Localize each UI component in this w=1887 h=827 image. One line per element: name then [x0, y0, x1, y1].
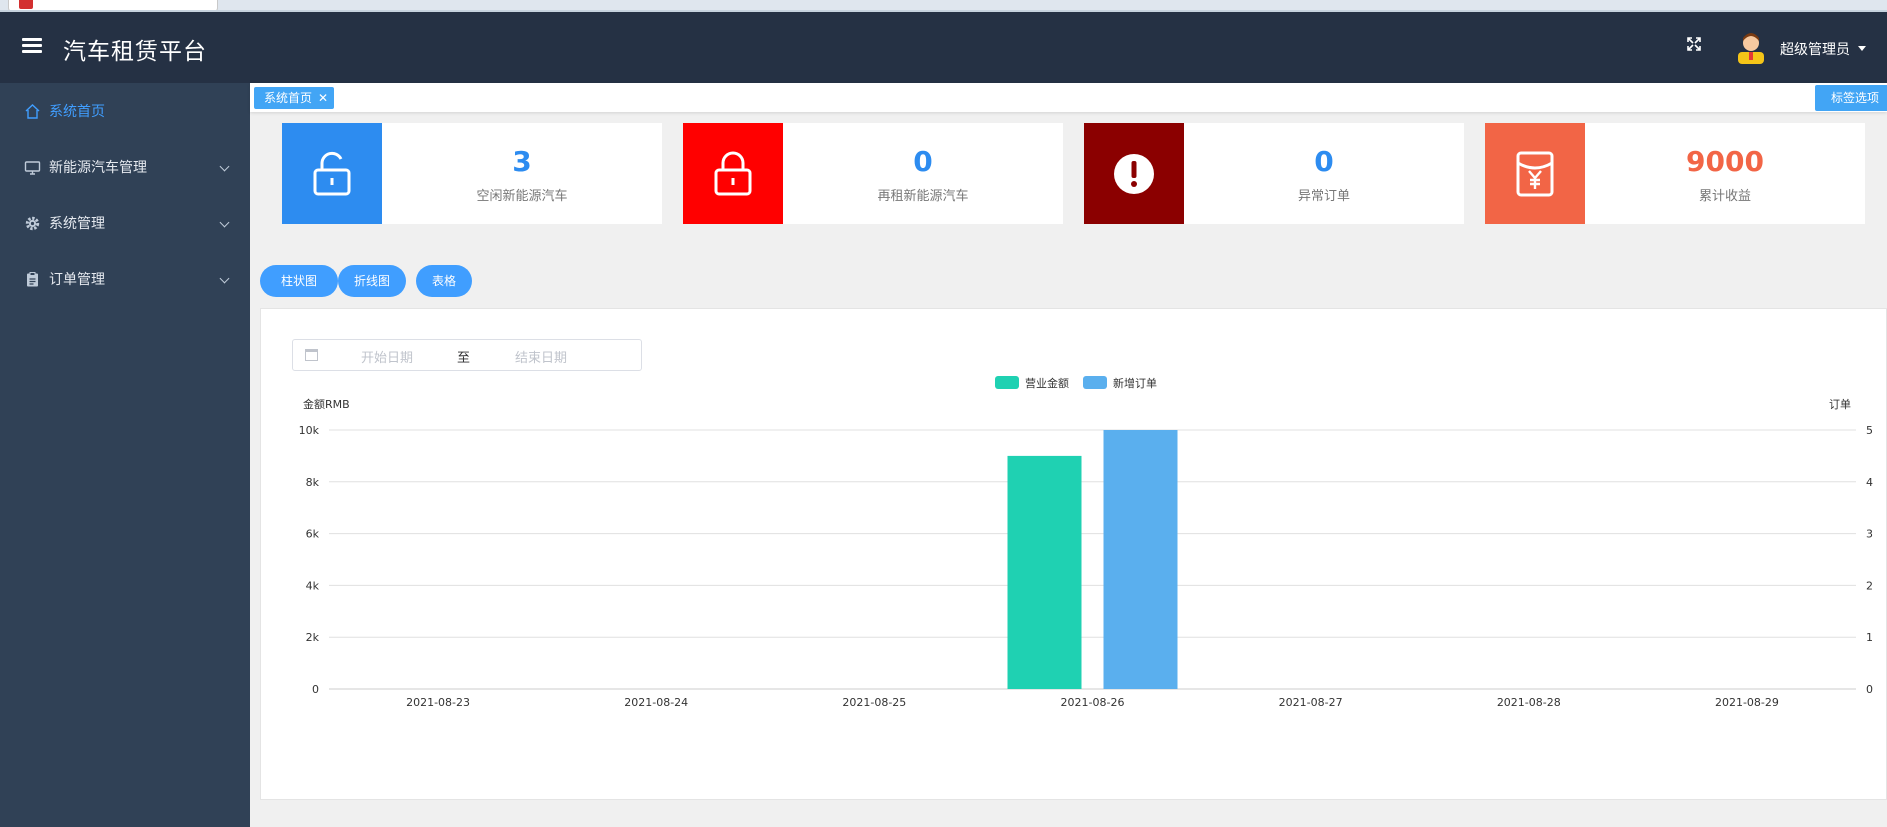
y-tick-label: 8k	[306, 476, 320, 489]
y-tick-label: 6k	[306, 528, 320, 541]
y-axis-left: 0 2k 4k 6k 8k 10k	[299, 424, 320, 696]
x-tick-label: 2021-08-27	[1279, 696, 1343, 709]
x-tick-label: 2021-08-26	[1061, 696, 1125, 709]
tag-label: 系统首页	[264, 91, 313, 105]
y-tick-label-right: 4	[1866, 476, 1873, 489]
x-axis: 2021-08-23 2021-08-24 2021-08-25 2021-08-26…	[406, 696, 1779, 709]
legend-label: 营业金额	[1025, 376, 1069, 390]
sidebar-item-label: 系统管理	[49, 216, 105, 232]
chart-panel: 开始日期 至 结束日期 0 2k 4k 6k 8k 10k 012345 2021-08-…	[260, 308, 1887, 800]
caret-down-icon[interactable]	[1858, 46, 1866, 51]
browser-tab[interactable]	[8, 0, 218, 10]
y-tick-label: 4k	[306, 579, 320, 592]
x-tick-label: 2021-08-25	[842, 696, 906, 709]
sidebar-item-home[interactable]: 系统首页	[0, 83, 250, 139]
y-tick-label-right: 0	[1866, 683, 1873, 696]
bar-chart-button[interactable]: 柱状图	[260, 265, 338, 297]
chevron-down-icon	[219, 161, 230, 172]
y-tick-label: 10k	[299, 424, 320, 437]
sidebar-item-label: 新能源汽车管理	[49, 160, 147, 176]
tag-home[interactable]: 系统首页 ✕	[254, 87, 335, 109]
y-axis-right-label: 订单	[1829, 398, 1851, 411]
legend-swatch	[1083, 376, 1107, 389]
bar-chart: 0 2k 4k 6k 8k 10k 0 1 2 3 4 5 2021-08-23 2021-08-24…	[299, 376, 1873, 709]
favicon-icon	[19, 0, 33, 9]
unlock-icon	[282, 123, 382, 224]
bar-revenue	[1007, 455, 1082, 689]
x-tick-label: 2021-08-23	[406, 696, 470, 709]
stat-card-rented: 0 再租新能源汽车	[683, 123, 1063, 224]
y-axis-right: 0 1 2 3 4 5	[1866, 424, 1873, 696]
username[interactable]: 超级管理员	[1780, 39, 1850, 59]
stat-value: 3	[512, 145, 532, 178]
stat-label: 空闲新能源汽车	[476, 189, 568, 204]
tags-bar: 系统首页 ✕ 标签选项	[250, 83, 1887, 112]
chart-bars	[1007, 430, 1178, 689]
y-tick-label-right: 1	[1866, 631, 1873, 644]
line-chart-button[interactable]: 折线图	[338, 265, 406, 297]
y-tick-label-right: 2	[1866, 579, 1873, 592]
stat-value: 0	[1314, 145, 1334, 178]
legend-label: 新增订单	[1113, 376, 1157, 390]
close-icon[interactable]: ✕	[318, 87, 328, 109]
chart-grid	[329, 429, 1856, 690]
stat-label: 累计收益	[1698, 189, 1751, 204]
gear-icon	[24, 215, 41, 232]
y-tick-label: 0	[312, 683, 319, 696]
stat-label: 再租新能源汽车	[877, 189, 969, 204]
stat-value: 0	[913, 145, 933, 178]
stat-label: 异常订单	[1297, 189, 1350, 204]
monitor-icon	[24, 159, 41, 176]
home-icon	[24, 103, 41, 120]
stat-card-idle: 3 空闲新能源汽车	[282, 123, 662, 224]
legend-swatch	[995, 376, 1019, 389]
app-title: 汽车租赁平台	[63, 39, 207, 65]
x-tick-label: 2021-08-29	[1715, 696, 1779, 709]
chart-legend: 营业金额 新增订单	[995, 376, 1157, 390]
chevron-down-icon	[219, 273, 230, 284]
y-axis-left-label: 金额RMB	[303, 397, 350, 411]
sidebar-item-orders[interactable]: 订单管理	[0, 251, 250, 307]
browser-tab-strip	[0, 0, 1887, 12]
sidebar-item-label: 系统首页	[49, 104, 105, 120]
x-tick-label: 2021-08-24	[624, 696, 688, 709]
table-button[interactable]: 表格	[416, 265, 472, 297]
top-header: 汽车租赁平台 超级管理员	[0, 12, 1887, 83]
sidebar-item-vehicles[interactable]: 新能源汽车管理	[0, 139, 250, 195]
y-tick-label-right: 5	[1866, 424, 1873, 437]
stat-card-revenue: 9000 累计收益	[1485, 123, 1865, 224]
y-tick-label: 2k	[306, 631, 320, 644]
alert-icon	[1084, 123, 1184, 224]
chevron-down-icon	[219, 217, 230, 228]
sidebar-item-system[interactable]: 系统管理	[0, 195, 250, 251]
bar-orders	[1103, 430, 1178, 689]
fullscreen-icon[interactable]	[1684, 36, 1704, 56]
stat-value: 9000	[1686, 145, 1764, 178]
y-tick-label-right: 3	[1866, 528, 1873, 541]
hamburger-menu-icon[interactable]	[22, 38, 42, 56]
money-bag-icon	[1485, 123, 1585, 224]
sidebar-item-label: 订单管理	[49, 272, 105, 288]
stat-card-abnormal: 0 异常订单	[1084, 123, 1464, 224]
lock-icon	[683, 123, 783, 224]
tag-options-button[interactable]: 标签选项	[1814, 85, 1887, 111]
clipboard-icon	[24, 271, 41, 288]
sidebar: 系统首页 新能源汽车管理 系统管理 订单管理	[0, 83, 250, 827]
avatar[interactable]	[1736, 30, 1766, 64]
x-tick-label: 2021-08-28	[1497, 696, 1561, 709]
